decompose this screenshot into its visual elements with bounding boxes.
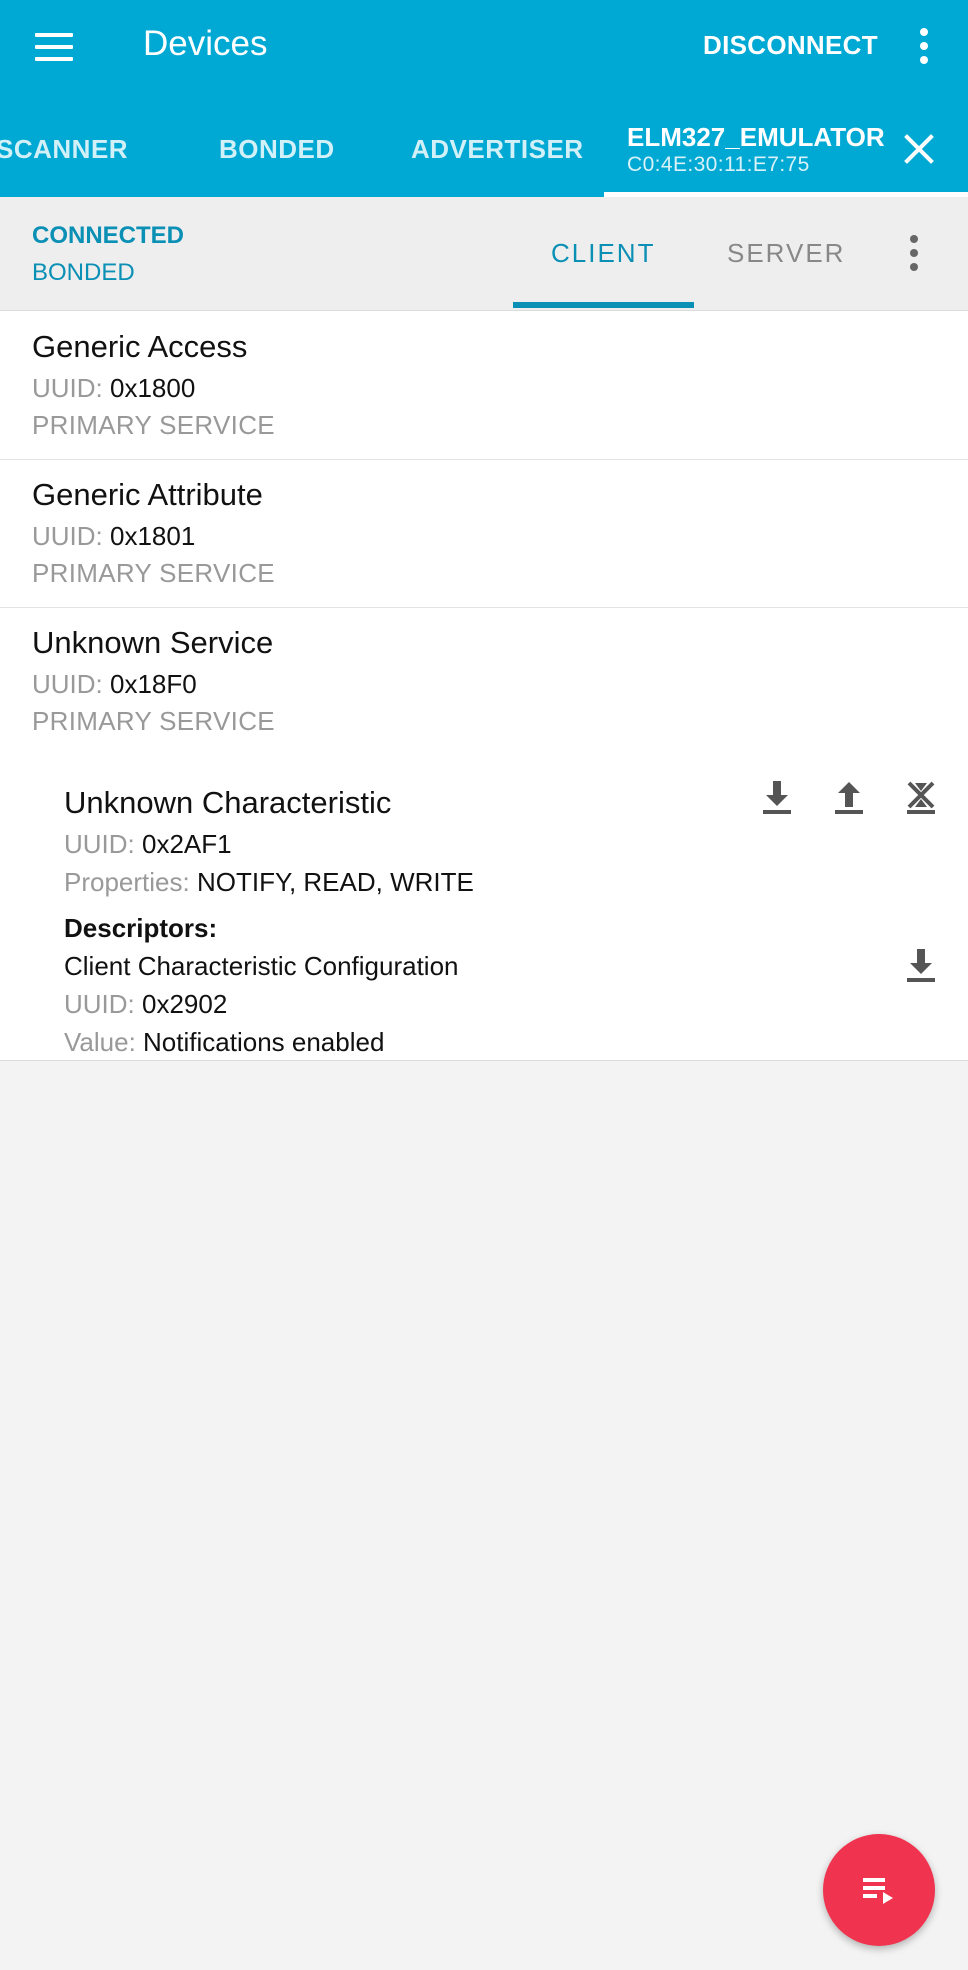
uuid-label: UUID:: [32, 373, 103, 403]
tab-indicator: [513, 302, 694, 308]
uuid-value: 0x1801: [110, 521, 196, 551]
service-uuid: UUID: 0x18F0: [32, 669, 197, 700]
descriptor-uuid: UUID: 0x2902: [64, 989, 227, 1020]
app-bar: Devices DISCONNECT SCANNER BONDED ADVERT…: [0, 0, 968, 197]
upload-icon[interactable]: [827, 775, 871, 819]
connection-status: CONNECTED: [32, 222, 185, 249]
characteristic-uuid: UUID: 0x2AF1: [64, 829, 232, 860]
uuid-label: UUID:: [64, 829, 135, 859]
download-icon[interactable]: [755, 775, 799, 819]
descriptor-name[interactable]: Client Characteristic Configuration: [64, 951, 459, 982]
value-text: Notifications enabled: [143, 1027, 385, 1057]
device-mac-address: C0:4E:30:11:E7:75: [627, 153, 810, 176]
characteristic-properties: Properties: NOTIFY, READ, WRITE: [64, 867, 474, 898]
service-uuid: UUID: 0x1801: [32, 521, 195, 552]
tab-advertiser[interactable]: ADVERTISER: [411, 134, 584, 165]
tab-server[interactable]: SERVER: [727, 238, 845, 269]
value-label: Value:: [64, 1027, 136, 1057]
connection-bar: CONNECTED BONDED CLIENT SERVER: [0, 197, 968, 311]
uuid-value: 0x2AF1: [142, 829, 232, 859]
characteristic-name[interactable]: Unknown Characteristic: [64, 785, 391, 821]
tab-client[interactable]: CLIENT: [551, 238, 655, 269]
uuid-label: UUID:: [32, 669, 103, 699]
bond-state: BONDED: [32, 259, 135, 286]
properties-label: Properties:: [64, 867, 190, 897]
service-item[interactable]: Unknown Service UUID: 0x18F0 PRIMARY SER…: [0, 607, 968, 755]
log-list-icon: [863, 1878, 893, 1904]
tab-bonded[interactable]: BONDED: [219, 134, 335, 165]
notifications-off-icon[interactable]: [899, 775, 943, 819]
disconnect-button[interactable]: DISCONNECT: [703, 30, 878, 61]
service-name: Generic Attribute: [32, 477, 263, 512]
service-type: PRIMARY SERVICE: [32, 558, 275, 588]
device-name: ELM327_EMULATOR: [627, 122, 885, 152]
service-type: PRIMARY SERVICE: [32, 410, 275, 440]
menu-icon[interactable]: [33, 30, 77, 66]
download-icon[interactable]: [899, 943, 943, 987]
close-icon[interactable]: [902, 132, 936, 166]
log-fab-button[interactable]: [823, 1834, 935, 1946]
uuid-label: UUID:: [64, 989, 135, 1019]
uuid-label: UUID:: [32, 521, 103, 551]
uuid-value: 0x18F0: [110, 669, 197, 699]
uuid-value: 0x1800: [110, 373, 196, 403]
properties-value: NOTIFY, READ, WRITE: [196, 867, 474, 897]
connection-overflow-icon[interactable]: [899, 233, 929, 273]
service-name: Unknown Service: [32, 625, 274, 660]
tab-scanner[interactable]: SCANNER: [0, 134, 128, 165]
tab-device[interactable]: ELM327_EMULATOR C0:4E:30:11:E7:75: [604, 120, 968, 197]
overflow-menu-icon[interactable]: [909, 26, 939, 66]
service-list: Generic Access UUID: 0x1800 PRIMARY SERV…: [0, 311, 968, 1061]
service-item[interactable]: Generic Attribute UUID: 0x1801 PRIMARY S…: [0, 459, 968, 608]
uuid-value: 0x2902: [142, 989, 228, 1019]
service-item[interactable]: Generic Access UUID: 0x1800 PRIMARY SERV…: [0, 311, 968, 460]
descriptors-heading: Descriptors:: [64, 913, 218, 943]
service-type: PRIMARY SERVICE: [32, 706, 275, 736]
descriptor-value: Value: Notifications enabled: [64, 1027, 384, 1058]
page-title: Devices: [143, 24, 268, 63]
service-uuid: UUID: 0x1800: [32, 373, 195, 404]
characteristic-item: Unknown Characteristic UUID: 0x2AF1 Prop…: [0, 755, 968, 1060]
service-name: Generic Access: [32, 329, 248, 364]
